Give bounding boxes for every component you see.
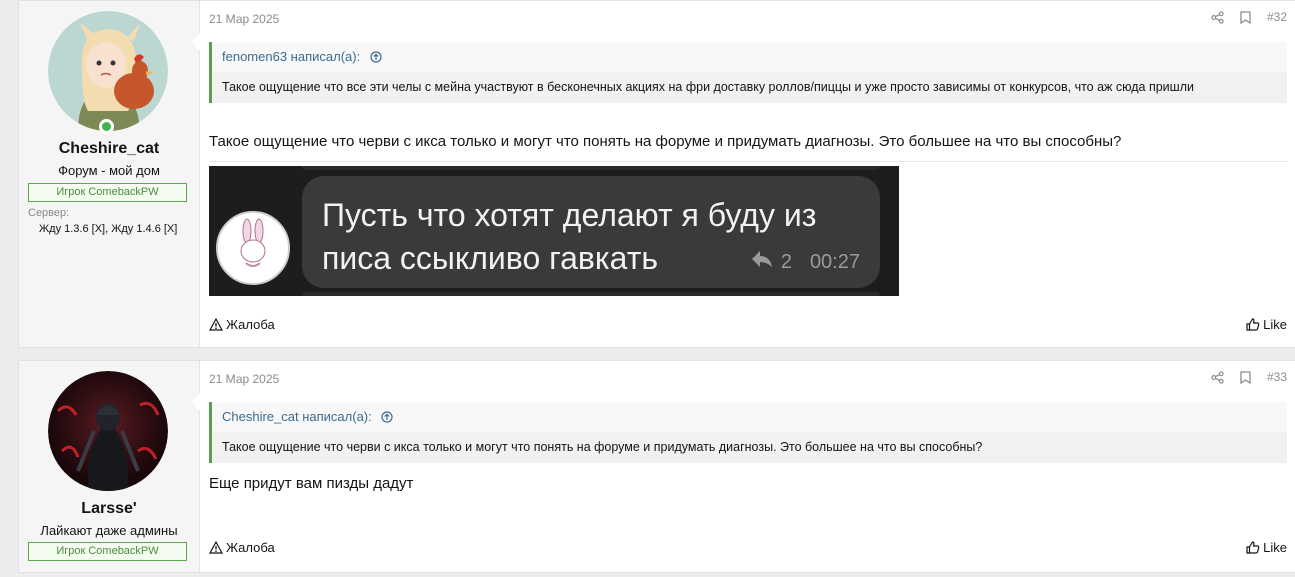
warning-icon [209,318,223,331]
like-label: Like [1263,317,1287,332]
post-number[interactable]: #33 [1267,370,1287,384]
bookmark-icon[interactable] [1239,10,1253,24]
embedded-image[interactable]: Пусть что хотят делают я буду из писа сс… [209,166,899,296]
username[interactable]: Cheshire_cat [19,140,199,158]
message-bubble: Пусть что хотят делают я буду из писа сс… [302,176,880,288]
post-footer: Жалоба Like [209,540,1287,555]
quote-author[interactable]: fenomen63 написал(а): [222,49,360,64]
image-edge [302,292,880,296]
quote-text: Такое ощущение что черви с икса только и… [212,432,1287,463]
extra-value: Жду 1.3.6 [X], Жду 1.4.6 [X] [39,223,178,235]
bookmark-icon[interactable] [1239,370,1253,384]
like-button[interactable]: Like [1246,540,1287,555]
avatar[interactable] [48,371,168,491]
sticker-avatar [216,211,290,285]
message-divider [209,161,1287,162]
like-button[interactable]: Like [1246,317,1287,332]
avatar-image [48,371,168,491]
reply-count: 2 [780,250,792,273]
jump-to-quote-icon[interactable] [370,44,382,74]
quote-block: Cheshire_cat написал(а): Такое ощущение … [209,402,1287,463]
user-banner: Игрок ComebackPW [28,183,187,202]
post-33: Larsse' Лайкают даже админы Игрок Comeba… [18,360,1295,573]
reply-icon [751,250,773,274]
online-indicator [99,119,114,134]
quote-author[interactable]: Cheshire_cat написал(а): [222,409,372,424]
post-main: 21 Мар 2025 #32 fenomen63 написал(а): Та… [208,1,1287,347]
username[interactable]: Larsse' [19,500,199,518]
quote-text: Такое ощущение что все эти челы с мейна … [212,72,1287,103]
bubble-meta: 2 00:27 [751,250,860,274]
user-info: Cheshire_cat Форум - мой дом Игрок Comeb… [19,1,200,347]
post-header-actions: #33 [1211,370,1287,384]
user-title: Лайкают даже админы [40,523,178,538]
thumbs-up-icon [1246,318,1260,331]
post-message: Такое ощущение что черви с икса только и… [209,133,1122,150]
post-date[interactable]: 21 Мар 2025 [209,372,279,386]
post-footer: Жалоба Like [209,317,1287,332]
quote-attribution[interactable]: fenomen63 написал(а): [212,42,1287,72]
image-edge [302,166,880,170]
share-icon[interactable] [1211,10,1225,24]
user-title: Форум - мой дом [58,163,160,178]
extra-label: Сервер: [28,207,70,219]
report-button[interactable]: Жалоба [209,540,275,555]
quote-block: fenomen63 написал(а): Такое ощущение что… [209,42,1287,103]
post-32: Cheshire_cat Форум - мой дом Игрок Comeb… [18,0,1295,348]
like-label: Like [1263,540,1287,555]
avatar-image [48,11,168,131]
user-banner: Игрок ComebackPW [28,542,187,561]
post-date[interactable]: 21 Мар 2025 [209,12,279,26]
report-label: Жалоба [226,540,275,555]
message-time: 00:27 [809,250,860,273]
report-label: Жалоба [226,317,275,332]
post-message: Еще придут вам пизды дадут [209,475,414,492]
share-icon[interactable] [1211,370,1225,384]
jump-to-quote-icon[interactable] [381,404,393,434]
thumbs-up-icon [1246,541,1260,554]
quote-attribution[interactable]: Cheshire_cat написал(а): [212,402,1287,432]
post-header-actions: #32 [1211,10,1287,24]
avatar[interactable] [48,11,168,131]
post-number[interactable]: #32 [1267,10,1287,24]
post-main: 21 Мар 2025 #33 Cheshire_cat написал(а):… [208,361,1287,572]
warning-icon [209,541,223,554]
report-button[interactable]: Жалоба [209,317,275,332]
user-info: Larsse' Лайкают даже админы Игрок Comeba… [19,361,200,572]
